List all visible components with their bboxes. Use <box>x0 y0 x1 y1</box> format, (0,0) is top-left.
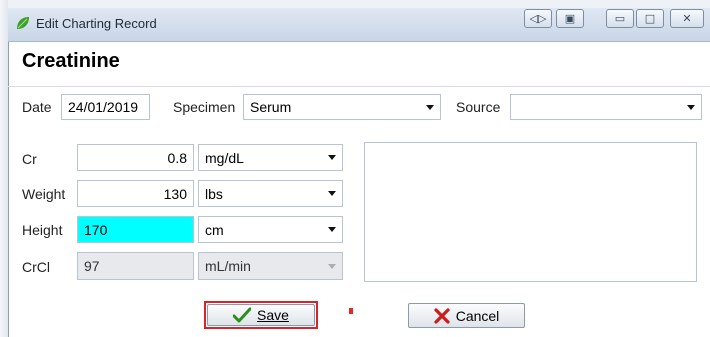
cr-unit-value: mg/dL <box>205 149 244 166</box>
notes-textarea[interactable] <box>364 142 697 282</box>
window-title: Edit Charting Record <box>36 16 157 31</box>
chevron-down-icon <box>328 191 336 196</box>
crcl-unit-value: mL/min <box>205 258 251 274</box>
cr-unit-select[interactable]: mg/dL <box>198 144 343 171</box>
height-value-field[interactable]: 170 <box>77 216 194 243</box>
row-label-crcl: CrCl <box>22 259 50 275</box>
arrows-left-right-icon: ◁▷ <box>529 12 547 25</box>
minimize-icon: ▭ <box>614 12 626 25</box>
specimen-value: Serum <box>250 99 292 115</box>
close-button[interactable]: ✕ <box>670 9 704 28</box>
chevron-down-icon <box>687 104 695 110</box>
weight-value-field[interactable]: 130 <box>77 180 194 207</box>
marker-dot <box>349 308 353 314</box>
window-left-edge <box>0 0 8 337</box>
chevron-down-icon <box>328 227 336 232</box>
cancel-button[interactable]: Cancel <box>408 303 525 328</box>
check-icon <box>233 307 252 323</box>
minimize-button[interactable]: ▭ <box>606 9 634 28</box>
dock-icon: ▣ <box>564 12 576 25</box>
date-field[interactable]: 24/01/2019 <box>61 94 150 120</box>
close-icon: ✕ <box>682 12 692 25</box>
record-heading: Creatinine <box>22 50 120 72</box>
chevron-down-icon <box>328 263 336 269</box>
weight-unit-select[interactable]: lbs <box>198 180 343 207</box>
header-divider <box>8 86 710 87</box>
date-label: Date <box>22 99 52 115</box>
dock-button[interactable]: ▣ <box>556 9 584 28</box>
specimen-label: Specimen <box>173 99 236 115</box>
restore-nav-button[interactable]: ◁▷ <box>524 9 552 28</box>
cr-value-field[interactable]: 0.8 <box>77 144 194 171</box>
crcl-value-field: 97 <box>77 252 194 280</box>
height-unit-select[interactable]: cm <box>198 216 343 243</box>
leaf-icon <box>17 17 29 29</box>
window-top-edge <box>0 0 710 8</box>
save-label: Save <box>257 307 289 323</box>
row-label-weight: Weight <box>22 186 66 202</box>
cancel-label: Cancel <box>455 307 500 324</box>
source-label: Source <box>456 99 501 115</box>
maximize-button[interactable]: □ <box>636 9 664 28</box>
row-label-height: Height <box>22 222 63 238</box>
specimen-select[interactable]: Serum <box>243 94 441 120</box>
row-label-cr: Cr <box>22 151 37 167</box>
chevron-down-icon <box>426 104 434 110</box>
source-select[interactable] <box>510 94 702 120</box>
height-unit-value: cm <box>205 221 224 238</box>
save-button[interactable]: Save <box>207 304 315 326</box>
crcl-unit-select: mL/min <box>198 252 343 280</box>
weight-unit-value: lbs <box>205 185 223 202</box>
chevron-down-icon <box>328 155 336 160</box>
x-icon <box>434 307 450 324</box>
maximize-icon: □ <box>644 12 656 25</box>
